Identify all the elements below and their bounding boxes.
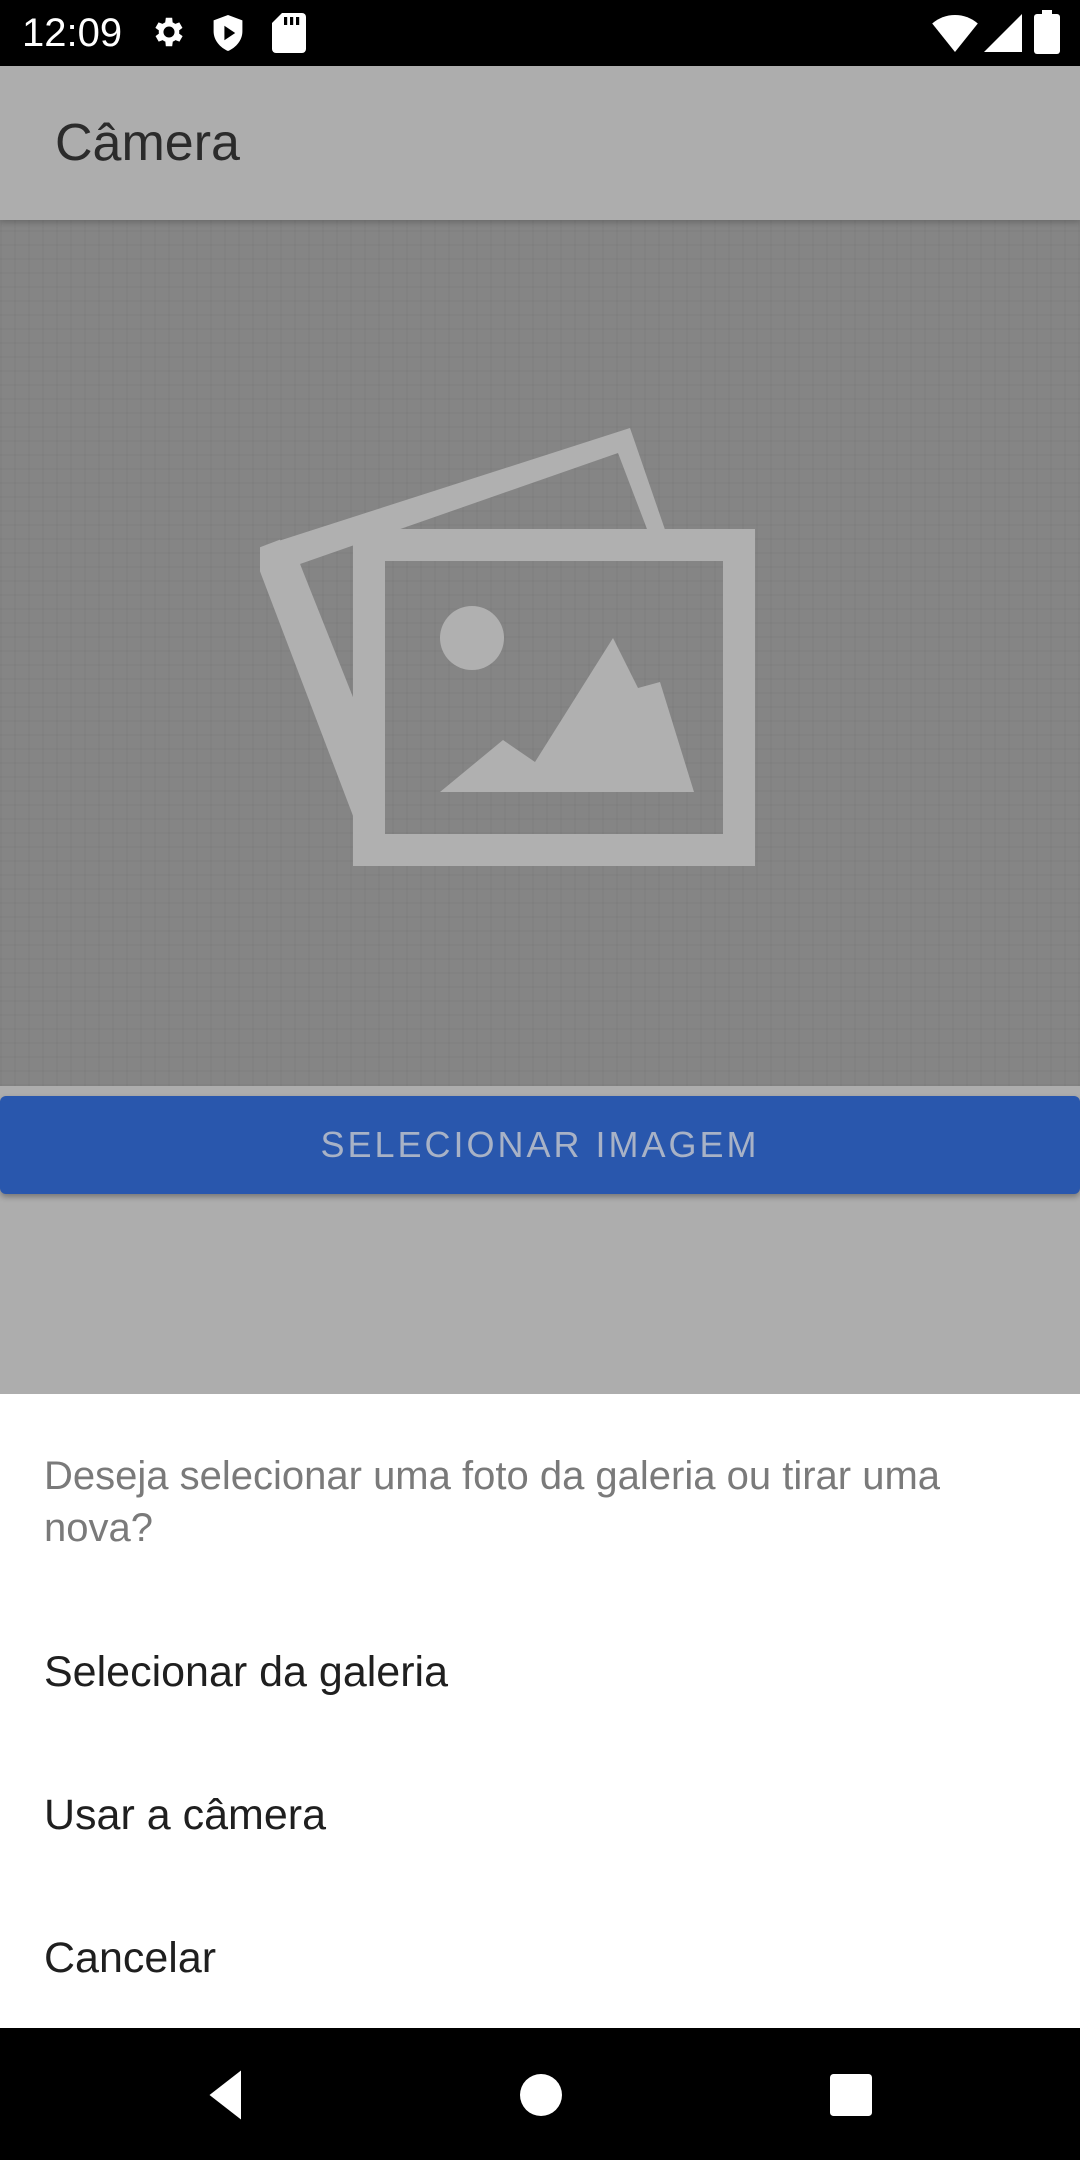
option-gallery[interactable]: Selecionar da galeria	[44, 1612, 1034, 1732]
page-title: Câmera	[55, 114, 240, 172]
option-camera[interactable]: Usar a câmera	[44, 1755, 1034, 1875]
image-preview[interactable]	[0, 220, 1080, 1086]
option-gallery-label: Selecionar da galeria	[44, 1648, 448, 1696]
status-bar: 12:09	[0, 0, 1080, 66]
battery-icon	[1034, 10, 1060, 59]
app-bar: Câmera	[0, 66, 1080, 220]
shield-icon	[210, 13, 246, 58]
wifi-icon	[932, 14, 978, 57]
signal-icon	[984, 14, 1022, 57]
option-cancel[interactable]: Cancelar	[44, 1898, 1034, 2018]
select-image-button[interactable]: SELECIONAR IMAGEM	[0, 1096, 1080, 1194]
photos-placeholder-icon	[260, 428, 755, 866]
back-icon[interactable]	[192, 2060, 262, 2130]
option-camera-label: Usar a câmera	[44, 1791, 326, 1839]
bottom-sheet: Deseja selecionar uma foto da galeria ou…	[0, 1394, 1080, 2028]
option-cancel-label: Cancelar	[44, 1934, 217, 1982]
sheet-message: Deseja selecionar uma foto da galeria ou…	[44, 1454, 941, 1550]
sd-card-icon	[272, 13, 306, 58]
screen: 12:09 Câmera SELECIONAR IMAGEM Deseja se…	[0, 0, 1080, 2160]
navigation-bar	[0, 2028, 1080, 2160]
recents-icon[interactable]	[816, 2060, 886, 2130]
home-icon[interactable]	[506, 2060, 576, 2130]
content-area: SELECIONAR IMAGEM	[0, 220, 1080, 1394]
status-time: 12:09	[22, 11, 123, 55]
gear-icon	[150, 13, 188, 56]
